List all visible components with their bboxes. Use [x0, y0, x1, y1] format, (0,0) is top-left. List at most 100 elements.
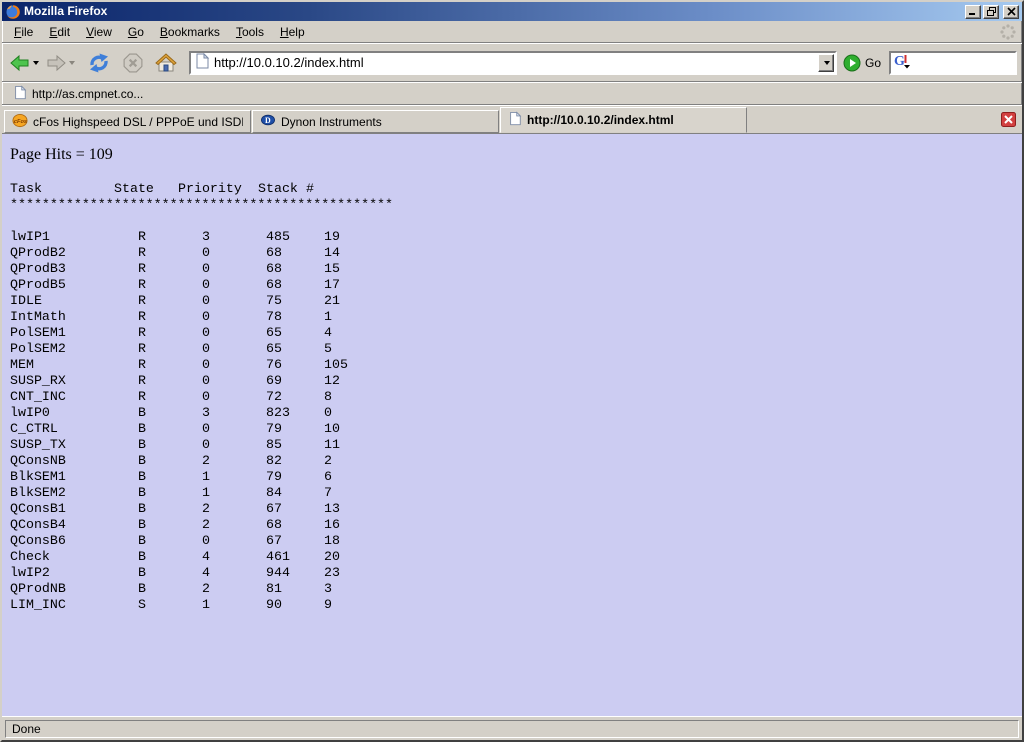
cell-state: R — [138, 341, 146, 357]
task-row: IDLER07521 — [10, 293, 1014, 309]
navigation-toolbar: http://10.0.10.2/index.html Go G — [2, 43, 1022, 82]
task-row: SUSP_TXB08511 — [10, 437, 1014, 453]
cell-state: B — [138, 453, 146, 469]
cell-stack: 81 — [266, 581, 282, 597]
tab-label: http://10.0.10.2/index.html — [527, 113, 674, 127]
cell-num: 1 — [324, 309, 332, 325]
minimize-button[interactable] — [965, 5, 981, 19]
cell-state: B — [138, 405, 146, 421]
cell-priority: 0 — [202, 309, 210, 325]
cell-priority: 0 — [202, 325, 210, 341]
back-dropdown-icon[interactable] — [33, 61, 39, 65]
tab-1[interactable]: cFoscFos Highspeed DSL / PPPoE und ISDN … — [4, 110, 251, 133]
cell-num: 17 — [324, 277, 340, 293]
cell-state: R — [138, 245, 146, 261]
table-separator: ****************************************… — [10, 197, 1014, 213]
page-hits-text: Page Hits = 109 — [10, 146, 1014, 165]
cell-priority: 0 — [202, 293, 210, 309]
cell-num: 3 — [324, 581, 332, 597]
cell-state: R — [138, 389, 146, 405]
cell-stack: 67 — [266, 501, 282, 517]
cell-task: lwIP1 — [10, 229, 50, 245]
task-row: PolSEM1R0654 — [10, 325, 1014, 341]
cell-task: QConsB4 — [10, 517, 66, 533]
cell-task: BlkSEM1 — [10, 469, 66, 485]
page-icon — [194, 53, 210, 72]
cell-priority: 0 — [202, 261, 210, 277]
firefox-icon — [5, 4, 21, 20]
back-button[interactable] — [7, 52, 41, 74]
cell-priority: 0 — [202, 245, 210, 261]
cell-stack: 85 — [266, 437, 282, 453]
url-text[interactable]: http://10.0.10.2/index.html — [214, 55, 818, 70]
cell-task: PolSEM1 — [10, 325, 66, 341]
cell-task: MEM — [10, 357, 34, 373]
tab-3[interactable]: http://10.0.10.2/index.html — [500, 107, 747, 133]
cell-task: QProdB2 — [10, 245, 66, 261]
task-row: QConsB1B26713 — [10, 501, 1014, 517]
window-title: Mozilla Firefox — [24, 2, 963, 21]
status-text: Done — [12, 722, 41, 736]
bookmark-label[interactable]: http://as.cmpnet.co... — [32, 87, 143, 101]
cell-state: B — [138, 469, 146, 485]
title-bar: Mozilla Firefox — [2, 2, 1022, 21]
cell-task: PolSEM2 — [10, 341, 66, 357]
task-row: SUSP_RXR06912 — [10, 373, 1014, 389]
menu-file[interactable]: File — [6, 22, 41, 42]
go-icon — [843, 54, 861, 72]
menu-tools[interactable]: Tools — [228, 22, 272, 42]
home-button[interactable] — [153, 51, 179, 74]
cell-num: 9 — [324, 597, 332, 613]
cell-num: 11 — [324, 437, 340, 453]
cell-num: 14 — [324, 245, 340, 261]
stop-button[interactable] — [121, 51, 145, 75]
close-tab-button[interactable] — [1001, 112, 1016, 127]
cell-stack: 76 — [266, 357, 282, 373]
cell-priority: 1 — [202, 485, 210, 501]
go-button[interactable]: Go — [843, 54, 881, 72]
cell-num: 18 — [324, 533, 340, 549]
task-row: QProdNBB2813 — [10, 581, 1014, 597]
google-search-icon[interactable]: G — [893, 52, 911, 74]
cell-stack: 90 — [266, 597, 282, 613]
header-stack: Stack — [258, 181, 298, 197]
tab-2[interactable]: DDynon Instruments — [252, 110, 499, 133]
cell-task: C_CTRL — [10, 421, 58, 437]
cell-stack: 944 — [266, 565, 290, 581]
menu-help[interactable]: Help — [272, 22, 313, 42]
cell-state: B — [138, 565, 146, 581]
dynon-icon: D — [260, 113, 276, 130]
cell-state: B — [138, 517, 146, 533]
cell-task: Check — [10, 549, 50, 565]
cell-stack: 68 — [266, 517, 282, 533]
cell-priority: 2 — [202, 453, 210, 469]
cell-stack: 79 — [266, 469, 282, 485]
menu-bookmarks[interactable]: Bookmarks — [152, 22, 228, 42]
bookmarks-toolbar: http://as.cmpnet.co... — [2, 82, 1022, 105]
menu-edit[interactable]: Edit — [41, 22, 78, 42]
cell-priority: 4 — [202, 549, 210, 565]
task-row: lwIP0B38230 — [10, 405, 1014, 421]
cell-num: 21 — [324, 293, 340, 309]
cell-stack: 68 — [266, 245, 282, 261]
cell-num: 5 — [324, 341, 332, 357]
search-input[interactable]: G — [889, 51, 1017, 75]
close-tab-icon — [1001, 112, 1016, 127]
url-bar[interactable]: http://10.0.10.2/index.html — [189, 51, 837, 75]
menu-go[interactable]: Go — [120, 22, 152, 42]
cell-state: R — [138, 357, 146, 373]
cell-priority: 0 — [202, 277, 210, 293]
close-button[interactable] — [1003, 5, 1019, 19]
task-row: QConsNBB2822 — [10, 453, 1014, 469]
task-row: C_CTRLB07910 — [10, 421, 1014, 437]
forward-button[interactable] — [43, 52, 77, 74]
url-history-dropdown[interactable] — [818, 54, 834, 72]
restore-button[interactable] — [983, 5, 999, 19]
cell-stack: 485 — [266, 229, 290, 245]
cell-stack: 82 — [266, 453, 282, 469]
menu-view[interactable]: View — [78, 22, 120, 42]
forward-dropdown-icon[interactable] — [69, 61, 75, 65]
bookmark-item[interactable]: http://as.cmpnet.co... — [10, 84, 146, 104]
reload-button[interactable] — [85, 51, 113, 75]
task-row: LIM_INCS1909 — [10, 597, 1014, 613]
